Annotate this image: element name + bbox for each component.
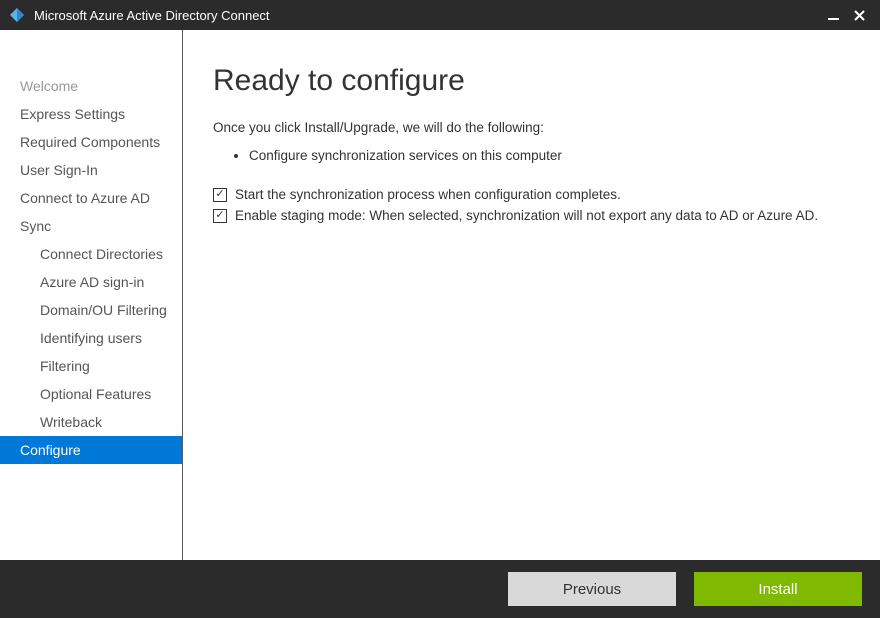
install-button[interactable]: Install	[694, 572, 862, 606]
wizard-sidebar: Welcome Express Settings Required Compon…	[0, 30, 183, 560]
checkbox-label: Start the synchronization process when c…	[235, 187, 621, 202]
checkmark-icon: ✓	[213, 188, 227, 202]
checkbox-start-sync[interactable]: ✓ Start the synchronization process when…	[213, 187, 850, 202]
sidebar-item-required-components[interactable]: Required Components	[0, 128, 182, 156]
sidebar-item-sync[interactable]: Sync	[0, 212, 182, 240]
sidebar-item-identifying-users[interactable]: Identifying users	[0, 324, 182, 352]
previous-button[interactable]: Previous	[508, 572, 676, 606]
minimize-button[interactable]	[820, 1, 846, 29]
checkbox-label: Enable staging mode: When selected, sync…	[235, 208, 818, 223]
sidebar-item-domain-ou-filtering[interactable]: Domain/OU Filtering	[0, 296, 182, 324]
footer-bar: Previous Install	[0, 560, 880, 618]
sidebar-item-user-sign-in[interactable]: User Sign-In	[0, 156, 182, 184]
checkmark-icon: ✓	[213, 209, 227, 223]
sidebar-item-azure-ad-sign-in[interactable]: Azure AD sign-in	[0, 268, 182, 296]
sidebar-item-connect-directories[interactable]: Connect Directories	[0, 240, 182, 268]
sidebar-item-express-settings[interactable]: Express Settings	[0, 100, 182, 128]
actions-list: Configure synchronization services on th…	[213, 145, 850, 167]
page-heading: Ready to configure	[213, 64, 850, 98]
main-content: Ready to configure Once you click Instal…	[183, 30, 880, 560]
titlebar: Microsoft Azure Active Directory Connect	[0, 0, 880, 30]
sidebar-item-optional-features[interactable]: Optional Features	[0, 380, 182, 408]
window-title: Microsoft Azure Active Directory Connect	[34, 8, 270, 23]
close-button[interactable]	[846, 1, 872, 29]
action-item: Configure synchronization services on th…	[249, 145, 850, 167]
checkbox-staging-mode[interactable]: ✓ Enable staging mode: When selected, sy…	[213, 208, 850, 223]
sidebar-item-connect-to-azure-ad[interactable]: Connect to Azure AD	[0, 184, 182, 212]
sidebar-item-filtering[interactable]: Filtering	[0, 352, 182, 380]
sidebar-item-writeback[interactable]: Writeback	[0, 408, 182, 436]
intro-text: Once you click Install/Upgrade, we will …	[213, 120, 850, 135]
azure-logo-icon	[8, 6, 26, 24]
sidebar-item-configure[interactable]: Configure	[0, 436, 182, 464]
sidebar-item-welcome[interactable]: Welcome	[0, 72, 182, 100]
